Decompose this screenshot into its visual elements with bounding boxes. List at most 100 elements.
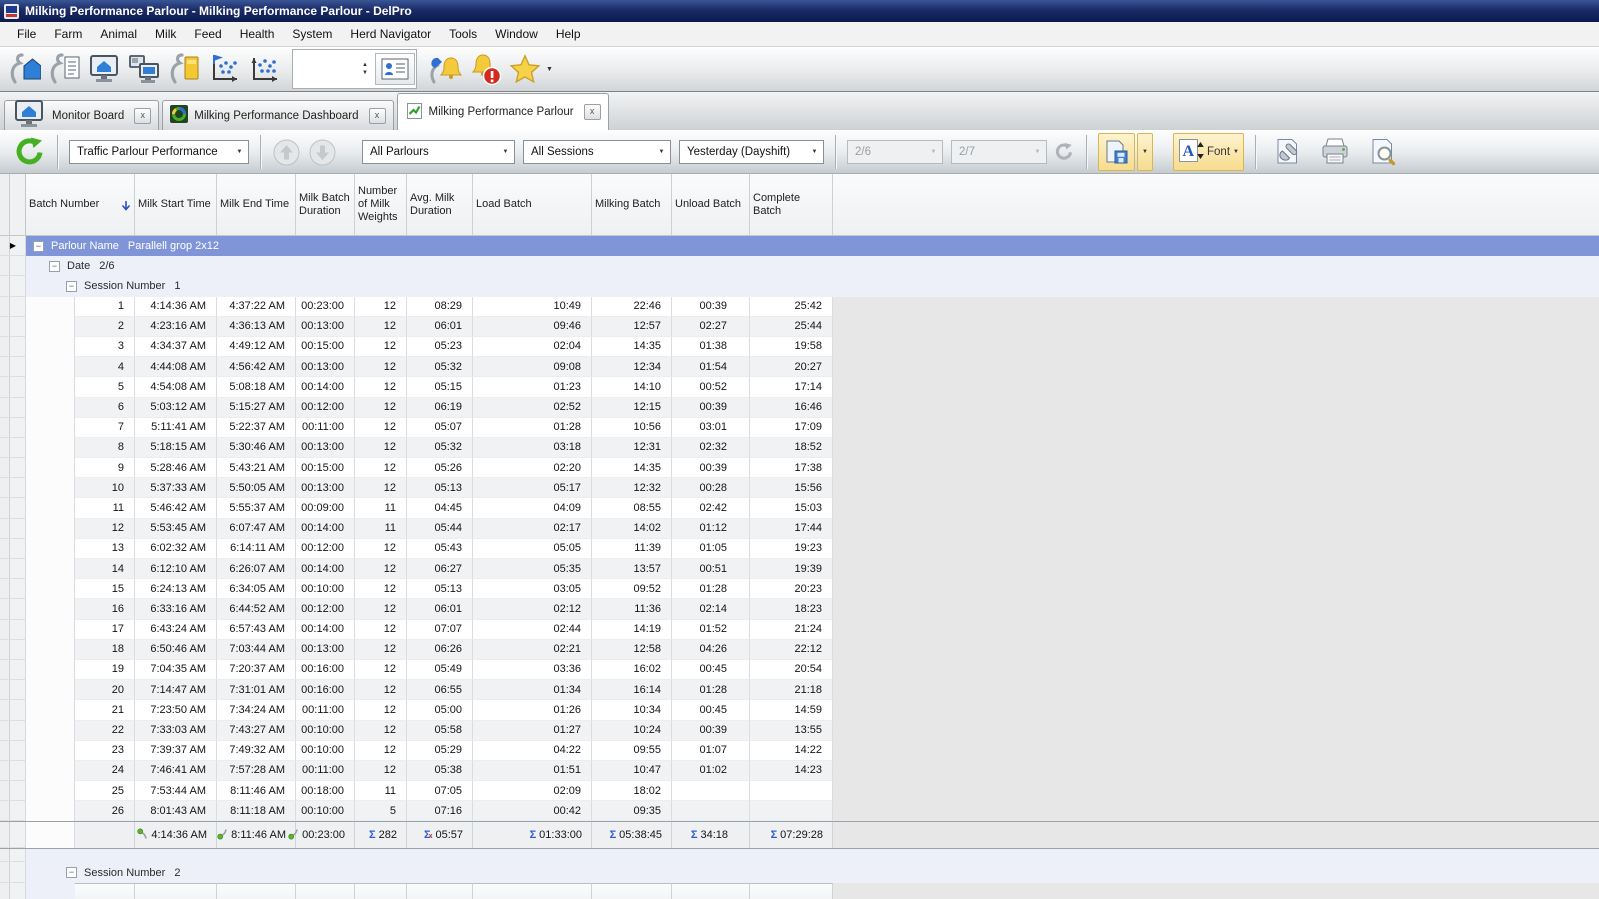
row-selector-gutter[interactable] [0, 498, 26, 518]
scatter-flag-button[interactable] [204, 50, 244, 88]
cell-milk-batch-duration[interactable]: 00:14:00 [296, 559, 355, 579]
column-header-unload-batch[interactable]: Unload Batch [672, 174, 750, 235]
cell-milk-end-time[interactable]: 4:49:12 AM [217, 337, 296, 357]
cell-unload-batch[interactable]: 00:39 [672, 458, 750, 478]
cell-milk-start-time[interactable]: 5:11:41 AM [135, 418, 217, 438]
cell-milk-start-time[interactable]: 4:23:16 AM [135, 317, 217, 337]
cell-milk-start-time[interactable]: 6:12:10 AM [135, 559, 217, 579]
cell-unload-batch[interactable]: 00:52 [672, 377, 750, 397]
cell-load-batch[interactable]: 02:20 [473, 458, 592, 478]
cell-batch-number[interactable]: 25 [75, 781, 135, 801]
cell-complete-batch[interactable]: 15:56 [750, 478, 833, 498]
cell-milk-end-time[interactable]: 4:56:42 AM [217, 357, 296, 377]
cow-card-button[interactable] [164, 50, 204, 88]
table-row[interactable]: 54:54:08 AM5:08:18 AM00:14:001205:1501:2… [0, 377, 1599, 397]
table-row[interactable]: 176:43:24 AM6:57:43 AM00:14:001207:0702:… [0, 620, 1599, 640]
table-row[interactable]: 14:14:36 AM4:37:22 AM00:23:001208:2910:4… [0, 297, 1599, 317]
cell-number-of-milk-weights[interactable]: 12 [355, 357, 407, 377]
cell-unload-batch[interactable] [672, 801, 750, 821]
table-row[interactable]: 237:39:37 AM7:49:32 AM00:10:001205:2904:… [0, 741, 1599, 761]
cell-complete-batch[interactable]: 21:24 [750, 620, 833, 640]
cell-milk-end-time[interactable]: 5:15:27 AM [217, 398, 296, 418]
collapse-button[interactable]: − [49, 261, 60, 272]
cell-batch-number[interactable]: 9 [75, 458, 135, 478]
cell-avg-milk-duration[interactable]: 07:05 [407, 781, 473, 801]
table-row[interactable]: 105:37:33 AM5:50:05 AM00:13:001205:1305:… [0, 478, 1599, 498]
computers-button[interactable] [124, 50, 164, 88]
next-report-button[interactable] [308, 138, 336, 166]
menu-item-window[interactable]: Window [486, 24, 547, 44]
table-row[interactable]: 217:23:50 AM7:34:24 AM00:11:001205:0001:… [0, 700, 1599, 720]
cell-milk-end-time[interactable]: 7:34:24 AM [217, 700, 296, 720]
cell-complete-batch[interactable]: 15:03 [750, 498, 833, 518]
cell-load-batch[interactable]: 02:17 [473, 519, 592, 539]
group-row-parlour[interactable]: ▶−Parlour NameParallell grop 2x12 [0, 236, 1599, 256]
cell-unload-batch[interactable]: 02:14 [672, 599, 750, 619]
cell-unload-batch[interactable]: 01:54 [672, 357, 750, 377]
cell-milk-start-time[interactable]: 5:28:46 AM [135, 458, 217, 478]
cell-batch-number[interactable]: 3 [75, 337, 135, 357]
cell-avg-milk-duration[interactable]: 05:43 [407, 539, 473, 559]
table-row[interactable]: 257:53:44 AM8:11:46 AM00:18:001107:0502:… [0, 781, 1599, 801]
cell-batch-number[interactable]: 16 [75, 599, 135, 619]
cell-complete-batch[interactable]: 16:46 [750, 398, 833, 418]
cell-unload-batch[interactable] [672, 781, 750, 801]
column-header-milk-end-time[interactable] [217, 883, 296, 899]
cell-load-batch[interactable]: 04:22 [473, 741, 592, 761]
cell-avg-milk-duration[interactable]: 05:29 [407, 741, 473, 761]
row-selector-gutter[interactable] [0, 579, 26, 599]
row-selector-gutter[interactable] [0, 398, 26, 418]
menu-item-herd-navigator[interactable]: Herd Navigator [341, 24, 440, 44]
cell-complete-batch[interactable] [750, 781, 833, 801]
column-header-batch-number[interactable] [75, 883, 135, 899]
cell-batch-number[interactable]: 10 [75, 478, 135, 498]
row-selector-gutter[interactable] [0, 801, 26, 821]
cell-batch-number[interactable]: 14 [75, 559, 135, 579]
cell-milk-start-time[interactable]: 7:39:37 AM [135, 741, 217, 761]
cell-avg-milk-duration[interactable]: 08:29 [407, 297, 473, 317]
cell-batch-number[interactable]: 1 [75, 297, 135, 317]
cell-milking-batch[interactable]: 12:31 [592, 438, 672, 458]
row-selector-gutter[interactable] [0, 781, 26, 801]
cell-batch-number[interactable]: 26 [75, 801, 135, 821]
cow-house-button[interactable] [4, 50, 44, 88]
cell-complete-batch[interactable]: 17:09 [750, 418, 833, 438]
menu-item-animal[interactable]: Animal [91, 24, 146, 44]
cell-milking-batch[interactable]: 09:35 [592, 801, 672, 821]
cell-unload-batch[interactable]: 02:27 [672, 317, 750, 337]
cell-milking-batch[interactable]: 14:35 [592, 337, 672, 357]
cell-avg-milk-duration[interactable]: 05:07 [407, 418, 473, 438]
report-select[interactable]: Traffic Parlour Performance ▼ [69, 140, 249, 164]
table-row[interactable]: 85:18:15 AM5:30:46 AM00:13:001205:3203:1… [0, 438, 1599, 458]
column-header-milking-batch[interactable]: Milking Batch [592, 174, 672, 235]
cell-batch-number[interactable]: 21 [75, 700, 135, 720]
row-selector-gutter[interactable] [0, 822, 26, 848]
column-header-load-batch[interactable] [473, 883, 592, 899]
cell-milk-end-time[interactable]: 5:08:18 AM [217, 377, 296, 397]
spinner-arrows[interactable]: ▲▼ [358, 61, 372, 77]
group-row-session-2[interactable]: −Session Number2 [0, 862, 1599, 882]
cell-milk-start-time[interactable]: 7:14:47 AM [135, 680, 217, 700]
cell-milking-batch[interactable]: 10:34 [592, 700, 672, 720]
table-row[interactable]: 44:44:08 AM4:56:42 AM00:13:001205:3209:0… [0, 357, 1599, 377]
cell-number-of-milk-weights[interactable]: 12 [355, 741, 407, 761]
cell-complete-batch[interactable]: 14:59 [750, 700, 833, 720]
cell-avg-milk-duration[interactable]: 05:13 [407, 478, 473, 498]
cell-load-batch[interactable]: 01:26 [473, 700, 592, 720]
row-selector-gutter[interactable] [0, 297, 26, 317]
cell-number-of-milk-weights[interactable]: 12 [355, 297, 407, 317]
scatter-plot-button[interactable] [244, 50, 284, 88]
cell-batch-number[interactable]: 15 [75, 579, 135, 599]
cell-milk-end-time[interactable]: 6:14:11 AM [217, 539, 296, 559]
row-selector-gutter[interactable] [0, 478, 26, 498]
parlour-select[interactable]: All Parlours ▼ [362, 140, 515, 164]
row-selector-gutter[interactable] [0, 559, 26, 579]
cell-milk-end-time[interactable]: 8:11:18 AM [217, 801, 296, 821]
group-row-content[interactable]: −Date2/6 [26, 256, 1599, 276]
cell-milk-end-time[interactable]: 5:50:05 AM [217, 478, 296, 498]
cell-milk-start-time[interactable]: 5:46:42 AM [135, 498, 217, 518]
cell-milk-start-time[interactable]: 6:24:13 AM [135, 579, 217, 599]
cell-number-of-milk-weights[interactable]: 12 [355, 579, 407, 599]
group-row-content[interactable]: −Parlour NameParallell grop 2x12 [26, 236, 1599, 256]
cell-avg-milk-duration[interactable]: 05:00 [407, 700, 473, 720]
